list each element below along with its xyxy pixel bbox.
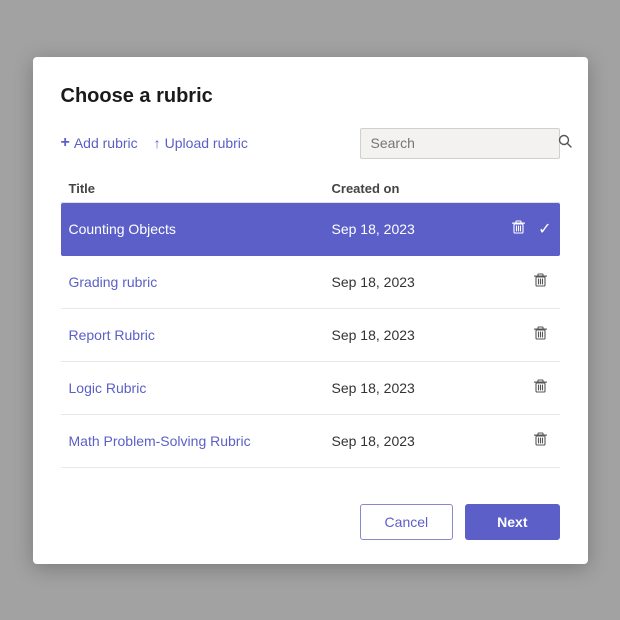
column-actions-header — [492, 181, 552, 196]
rubric-actions — [492, 376, 552, 400]
delete-rubric-button[interactable] — [529, 323, 552, 347]
table-row[interactable]: Report Rubric Sep 18, 2023 — [61, 309, 560, 362]
table-header: Title Created on — [61, 175, 560, 203]
rubric-date: Sep 18, 2023 — [332, 274, 492, 290]
rubric-date: Sep 18, 2023 — [332, 221, 492, 237]
search-icon — [558, 134, 572, 153]
rubric-list: Counting Objects Sep 18, 2023 ✓ Grading … — [61, 203, 560, 468]
column-created-header: Created on — [332, 181, 492, 196]
upload-rubric-label: Upload rubric — [165, 135, 248, 151]
delete-rubric-button[interactable] — [529, 376, 552, 400]
rubric-name: Logic Rubric — [69, 380, 332, 396]
rubric-actions: ✓ — [492, 217, 552, 241]
add-rubric-button[interactable]: + Add rubric — [61, 134, 138, 152]
table-row[interactable]: Logic Rubric Sep 18, 2023 — [61, 362, 560, 415]
delete-rubric-button[interactable] — [507, 217, 530, 241]
choose-rubric-modal: Choose a rubric + Add rubric ↑ Upload ru… — [33, 57, 588, 564]
delete-rubric-button[interactable] — [529, 429, 552, 453]
search-input[interactable] — [371, 135, 552, 151]
table-row[interactable]: Counting Objects Sep 18, 2023 ✓ — [61, 203, 560, 256]
modal-footer: Cancel Next — [61, 496, 560, 540]
rubric-date: Sep 18, 2023 — [332, 380, 492, 396]
rubric-date: Sep 18, 2023 — [332, 327, 492, 343]
toolbar-left: + Add rubric ↑ Upload rubric — [61, 134, 248, 152]
rubric-date: Sep 18, 2023 — [332, 433, 492, 449]
column-title-header: Title — [69, 181, 332, 196]
rubric-name: Grading rubric — [69, 274, 332, 290]
rubric-actions — [492, 323, 552, 347]
modal-title: Choose a rubric — [61, 85, 560, 108]
rubric-actions — [492, 429, 552, 453]
rubric-name: Math Problem-Solving Rubric — [69, 433, 332, 449]
upload-rubric-button[interactable]: ↑ Upload rubric — [154, 135, 248, 151]
toolbar: + Add rubric ↑ Upload rubric — [61, 128, 560, 159]
plus-icon: + — [61, 134, 70, 152]
add-rubric-label: Add rubric — [74, 135, 138, 151]
upload-icon: ↑ — [154, 135, 161, 151]
rubric-name: Counting Objects — [69, 221, 332, 237]
next-button[interactable]: Next — [465, 504, 559, 540]
table-row[interactable]: Math Problem-Solving Rubric Sep 18, 2023 — [61, 415, 560, 468]
rubric-name: Report Rubric — [69, 327, 332, 343]
selected-check-icon: ✓ — [538, 219, 551, 239]
rubric-actions — [492, 270, 552, 294]
table-row[interactable]: Grading rubric Sep 18, 2023 — [61, 256, 560, 309]
delete-rubric-button[interactable] — [529, 270, 552, 294]
search-box — [360, 128, 560, 159]
cancel-button[interactable]: Cancel — [360, 504, 454, 540]
